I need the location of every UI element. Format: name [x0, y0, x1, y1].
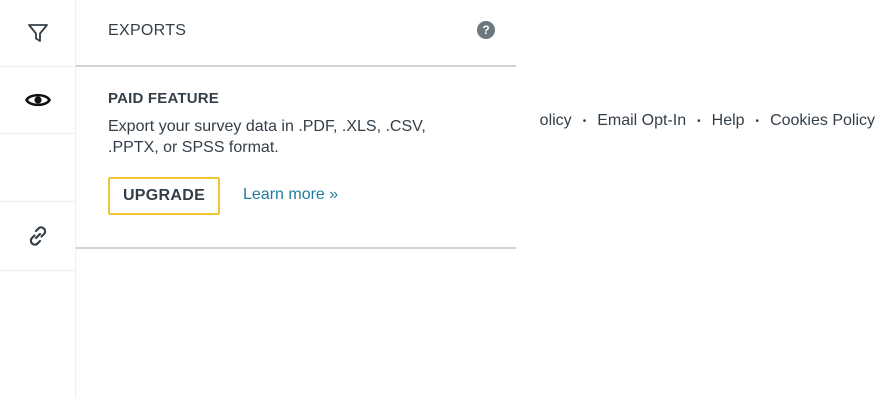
link-icon: [25, 223, 51, 249]
paid-feature-label: PAID FEATURE: [108, 90, 220, 107]
footer-link-cookies-policy[interactable]: Cookies Policy: [770, 112, 875, 130]
upgrade-button[interactable]: UPGRADE: [108, 177, 220, 215]
view-button[interactable]: [0, 67, 75, 134]
footer-separator: •: [582, 115, 587, 127]
footer-separator: •: [755, 115, 760, 127]
footer-link-email-opt-in[interactable]: Email Opt-In: [597, 112, 686, 130]
question-circle-icon[interactable]: ?: [477, 21, 495, 39]
left-toolbar: [0, 0, 76, 398]
paid-feature-section: PAID FEATURE Export your survey data in …: [76, 67, 516, 249]
exports-panel: EXPORTS ? PAID FEATURE Export your surve…: [76, 0, 516, 249]
panel-title: EXPORTS: [108, 22, 187, 39]
share-link-button[interactable]: [0, 201, 75, 271]
footer-separator: •: [697, 115, 701, 127]
footer-link-privacy-policy[interactable]: olicy: [540, 112, 572, 130]
filter-button[interactable]: [0, 0, 75, 67]
learn-more-link[interactable]: Learn more »: [243, 186, 338, 204]
footer-link-help[interactable]: Help: [712, 112, 745, 130]
paid-feature-description: Export your survey data in .PDF, .XLS, .…: [108, 118, 426, 156]
eye-icon: [24, 90, 51, 110]
filter-icon: [27, 22, 49, 44]
exports-panel-header: EXPORTS ?: [76, 0, 516, 67]
